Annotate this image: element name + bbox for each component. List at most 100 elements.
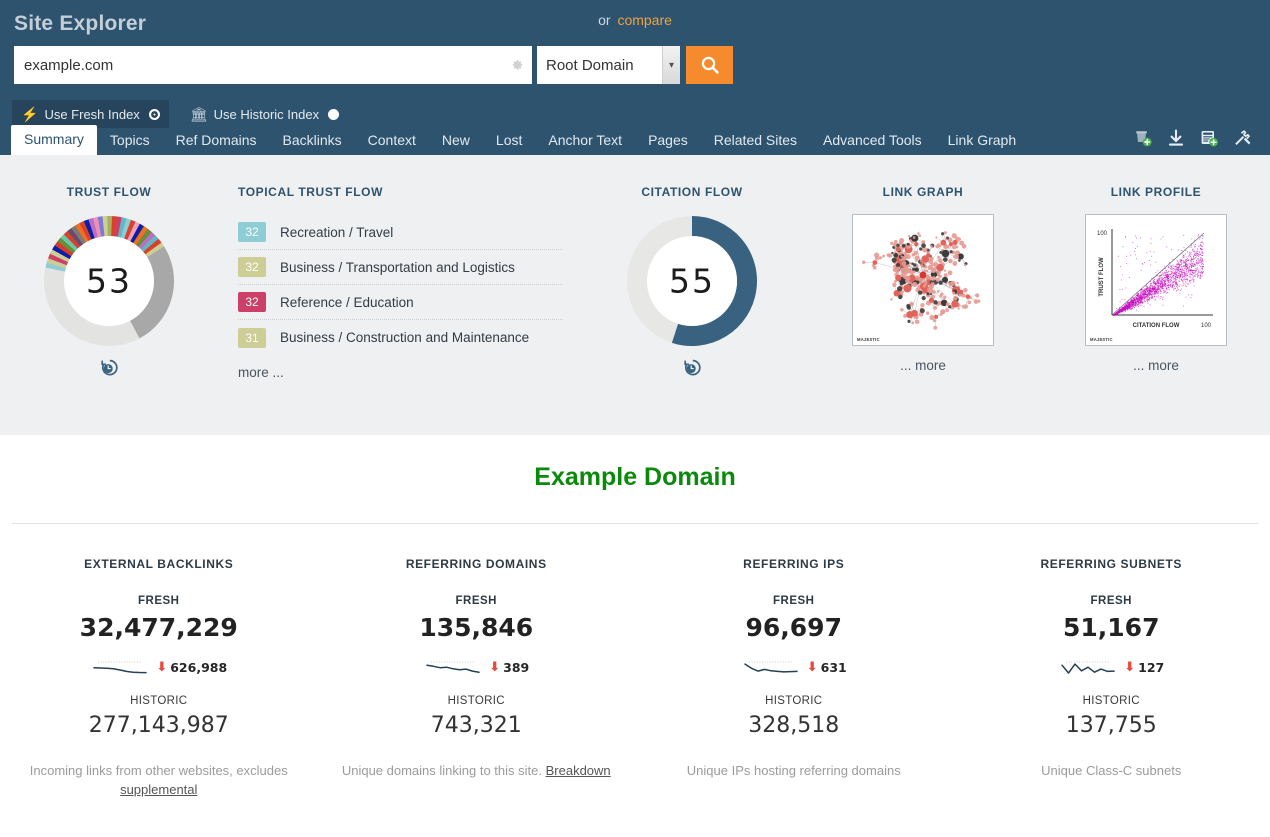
stat-historic-value: 328,518 bbox=[635, 713, 953, 738]
tab-link-graph[interactable]: Link Graph bbox=[935, 126, 1029, 155]
topical-trust-flow-item[interactable]: 31Business / Construction and Maintenanc… bbox=[238, 320, 563, 355]
stat-fresh-value: 51,167 bbox=[953, 613, 1270, 642]
topic-name-label: Business / Construction and Maintenance bbox=[280, 330, 529, 345]
stat-description: Unique Class-C subnets bbox=[953, 761, 1270, 780]
stat-title: REFERRING DOMAINS bbox=[318, 557, 636, 571]
tab-related-sites[interactable]: Related Sites bbox=[701, 126, 810, 155]
link-graph-more-link[interactable]: ... more bbox=[845, 358, 1001, 373]
tab-advanced-tools[interactable]: Advanced Tools bbox=[810, 126, 935, 155]
trust-flow-heading: TRUST FLOW bbox=[22, 185, 196, 199]
stat-column: EXTERNAL BACKLINKSFRESH32,477,229⬇626,98… bbox=[0, 557, 318, 799]
search-input[interactable] bbox=[14, 46, 532, 84]
tab-backlinks[interactable]: Backlinks bbox=[270, 126, 355, 155]
add-to-bucket-icon[interactable] bbox=[1133, 128, 1153, 148]
link-graph-thumbnail[interactable]: MAJESTIC bbox=[852, 214, 994, 346]
topical-trust-flow-item[interactable]: 32 Reference / Education bbox=[238, 285, 563, 320]
stat-historic-value: 137,755 bbox=[953, 713, 1270, 738]
use-historic-index-label: Use Historic Index bbox=[214, 107, 319, 122]
topic-name-label: Reference / Education bbox=[280, 295, 414, 310]
topic-score-badge: 32 bbox=[238, 292, 266, 312]
stat-desc-text: Incoming links from other websites, excl… bbox=[30, 763, 288, 778]
topical-trust-flow-item[interactable]: 32Recreation / Travel bbox=[238, 215, 563, 250]
link-profile-y-label: TRUST FLOW bbox=[1099, 257, 1105, 297]
stat-fresh-value: 32,477,229 bbox=[0, 613, 318, 642]
chevron-down-icon[interactable]: ▾ bbox=[662, 46, 680, 84]
stat-delta: ⬇127 bbox=[1124, 660, 1164, 675]
link-graph-column: LINK GRAPH MAJESTIC ... more bbox=[845, 185, 1001, 373]
tab-topics[interactable]: Topics bbox=[97, 126, 163, 155]
link-profile-heading: LINK PROFILE bbox=[1078, 185, 1234, 199]
stat-column: REFERRING IPSFRESH96,697⬇631HISTORIC328,… bbox=[635, 557, 953, 799]
tab-summary[interactable]: Summary bbox=[11, 125, 97, 155]
stat-fresh-value: 135,846 bbox=[318, 613, 636, 642]
citation-flow-gauge: 55 bbox=[625, 214, 759, 348]
lightning-bolt-icon: ⚡ bbox=[21, 107, 38, 121]
stat-historic-label: HISTORIC bbox=[953, 695, 1270, 707]
topical-trust-flow-item[interactable]: 32Business / Transportation and Logistic… bbox=[238, 250, 563, 285]
link-profile-x-max: 100 bbox=[1201, 323, 1212, 329]
sparkline-chart bbox=[741, 657, 801, 677]
stat-delta: ⬇626,988 bbox=[156, 660, 227, 675]
stat-description: Unique IPs hosting referring domains bbox=[635, 761, 953, 780]
link-graph-heading: LINK GRAPH bbox=[845, 185, 1001, 199]
tab-anchor-text[interactable]: Anchor Text bbox=[535, 126, 635, 155]
search-button[interactable] bbox=[686, 46, 733, 84]
stat-delta: ⬇389 bbox=[489, 660, 529, 675]
stat-description: Unique domains linking to this site. Bre… bbox=[318, 761, 636, 780]
topical-trust-flow-list: 32Recreation / Travel32Business / Transp… bbox=[238, 215, 563, 355]
download-icon[interactable] bbox=[1166, 128, 1186, 148]
stat-delta-value: 626,988 bbox=[170, 660, 227, 675]
history-clock-icon[interactable] bbox=[683, 358, 702, 377]
arrow-down-icon: ⬇ bbox=[1124, 661, 1135, 674]
sparkline-chart bbox=[1058, 657, 1118, 677]
tab-pages[interactable]: Pages bbox=[635, 126, 701, 155]
trust-flow-value: 53 bbox=[86, 262, 132, 301]
stat-fresh-label: FRESH bbox=[635, 595, 953, 607]
stat-fresh-label: FRESH bbox=[318, 595, 636, 607]
stat-sparkline-row: ⬇631 bbox=[635, 656, 953, 678]
trust-flow-gauge: 53 bbox=[42, 214, 176, 348]
stat-desc-link[interactable]: Breakdown bbox=[546, 763, 611, 778]
magnifier-icon bbox=[699, 54, 721, 76]
compare-link[interactable]: compare bbox=[617, 12, 671, 28]
gear-icon[interactable] bbox=[510, 58, 524, 72]
stat-sparkline-row: ⬇389 bbox=[318, 656, 636, 678]
stat-desc-link[interactable]: supplemental bbox=[120, 782, 197, 797]
tab-lost[interactable]: Lost bbox=[483, 126, 535, 155]
citation-flow-column: CITATION FLOW 55 bbox=[605, 185, 779, 377]
link-profile-scatter: 100 TRUST FLOW CITATION FLOW 100 bbox=[1086, 215, 1226, 345]
history-clock-icon[interactable] bbox=[100, 358, 119, 377]
tab-ref-domains[interactable]: Ref Domains bbox=[163, 126, 270, 155]
topical-more-link[interactable]: more ... bbox=[238, 365, 284, 380]
stat-historic-label: HISTORIC bbox=[635, 695, 953, 707]
scope-select[interactable]: Root Domain ▾ bbox=[537, 46, 680, 84]
tab-context[interactable]: Context bbox=[355, 126, 429, 155]
link-profile-x-label: CITATION FLOW bbox=[1133, 323, 1180, 329]
link-profile-y-max: 100 bbox=[1097, 231, 1108, 237]
link-profile-thumbnail[interactable]: 100 TRUST FLOW CITATION FLOW 100 MAJESTI… bbox=[1085, 214, 1227, 346]
stat-delta-value: 389 bbox=[503, 660, 529, 675]
topic-score-badge: 32 bbox=[238, 222, 266, 242]
link-profile-more-link[interactable]: ... more bbox=[1078, 358, 1234, 373]
topical-trust-flow-column: TOPICAL TRUST FLOW 32Recreation / Travel… bbox=[238, 185, 563, 382]
compare-or-label: or bbox=[598, 12, 610, 28]
app-header: Site Explorer or compare Root Domain ▾ ⚡… bbox=[0, 0, 1270, 155]
add-report-icon[interactable] bbox=[1199, 128, 1219, 148]
tools-icon[interactable] bbox=[1232, 128, 1252, 148]
sparkline-chart bbox=[90, 657, 150, 677]
bank-icon: 🏛 bbox=[190, 107, 208, 121]
tab-new[interactable]: New bbox=[429, 126, 483, 155]
historic-index-radio[interactable] bbox=[328, 109, 339, 120]
fresh-index-radio[interactable] bbox=[149, 109, 160, 120]
stat-desc-text: Unique IPs hosting referring domains bbox=[687, 763, 901, 778]
stat-column: REFERRING SUBNETSFRESH51,167⬇127HISTORIC… bbox=[953, 557, 1270, 799]
stats-row: EXTERNAL BACKLINKSFRESH32,477,229⬇626,98… bbox=[0, 524, 1270, 799]
link-profile-column: LINK PROFILE 100 TRUST FLOW CITATION FLO… bbox=[1078, 185, 1234, 373]
toolbar-icons bbox=[1133, 128, 1252, 148]
arrow-down-icon: ⬇ bbox=[156, 661, 167, 674]
topical-trust-flow-heading: TOPICAL TRUST FLOW bbox=[238, 185, 563, 199]
stat-delta-value: 127 bbox=[1138, 660, 1164, 675]
use-fresh-index-label: Use Fresh Index bbox=[44, 107, 139, 122]
stat-fresh-value: 96,697 bbox=[635, 613, 953, 642]
main-tabs: SummaryTopicsRef DomainsBacklinksContext… bbox=[11, 123, 1029, 155]
